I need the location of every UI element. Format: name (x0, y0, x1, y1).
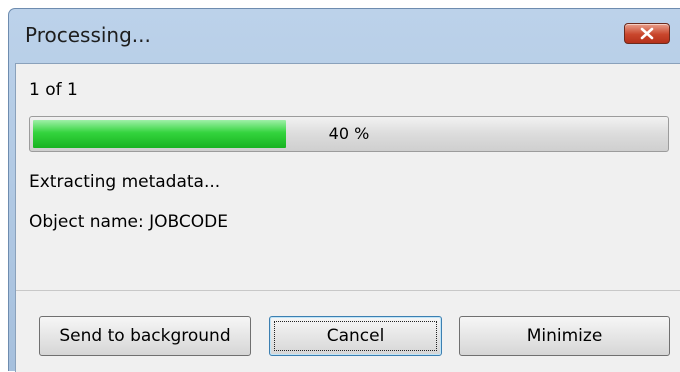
send-to-background-button[interactable]: Send to background (39, 316, 251, 356)
close-x-icon (640, 27, 654, 40)
progress-panel: 1 of 1 40 % Extracting metadata... Objec… (16, 64, 680, 291)
minimize-button[interactable]: Minimize (459, 316, 670, 356)
progress-bar: 40 % (29, 116, 669, 152)
cancel-button[interactable]: Cancel (269, 316, 442, 356)
progress-percent-label: 40 % (328, 124, 370, 143)
item-counter: 1 of 1 (29, 80, 78, 100)
title-bar[interactable]: Processing... (9, 9, 680, 61)
dialog-body: 1 of 1 40 % Extracting metadata... Objec… (15, 63, 680, 372)
focus-indicator (274, 321, 437, 351)
object-name-text: Object name: JOBCODE (29, 212, 228, 232)
processing-dialog: Processing... 1 of 1 40 % Extracting met… (8, 8, 680, 372)
close-button[interactable] (624, 23, 670, 44)
status-text: Extracting metadata... (29, 172, 221, 192)
window-title: Processing... (25, 23, 151, 47)
